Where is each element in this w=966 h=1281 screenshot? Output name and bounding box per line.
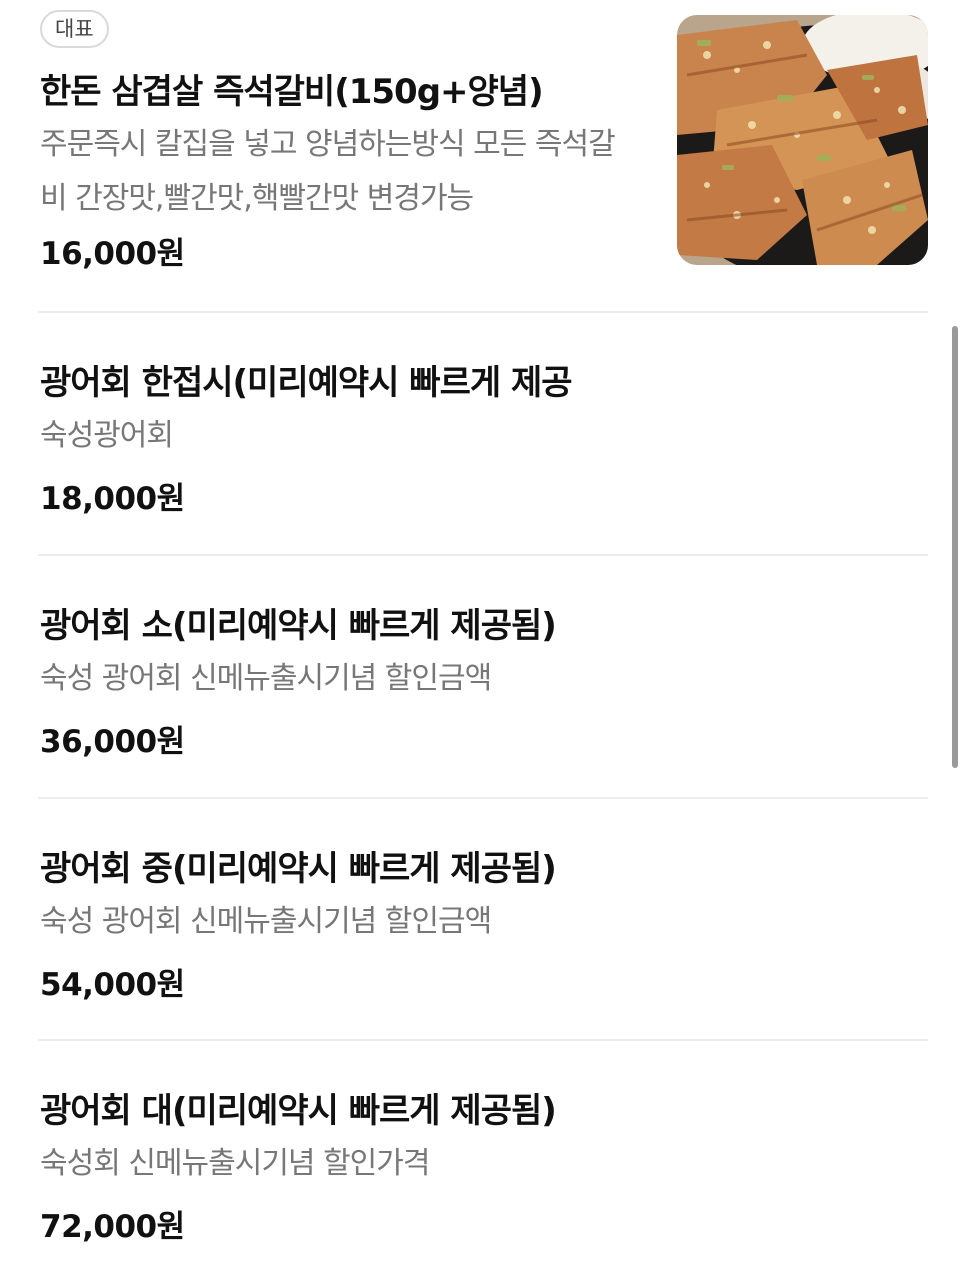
menu-item-price: 36,000원 — [40, 724, 185, 760]
menu-item-price: 54,000원 — [40, 967, 185, 1003]
menu-item-name: 광어회 한접시(미리예약시 빠르게 제공 — [40, 363, 573, 403]
menu-item-name: 한돈 삼겹살 즉석갈비(150g+양념) — [40, 72, 544, 112]
menu-item-description: 숙성회 신메뉴출시기념 할인가격 — [40, 1146, 430, 1181]
menu-item[interactable]: 광어회 중(미리예약시 빠르게 제공됨) 숙성 광어회 신메뉴출시기념 할인금액… — [40, 799, 928, 1040]
menu-item-price: 18,000원 — [40, 481, 185, 517]
menu-item-description: 숙성 광어회 신메뉴출시기념 할인금액 — [40, 661, 492, 696]
menu-item-description: 숙성 광어회 신메뉴출시기념 할인금액 — [40, 904, 492, 939]
menu-item-thumbnail[interactable] — [677, 15, 928, 265]
menu-item-name: 광어회 중(미리예약시 빠르게 제공됨) — [40, 849, 557, 889]
menu-item[interactable]: 광어회 대(미리예약시 빠르게 제공됨) 숙성회 신메뉴출시기념 할인가격 72… — [40, 1041, 928, 1281]
signature-badge: 대표 — [40, 10, 109, 48]
menu-item-price: 16,000원 — [40, 236, 185, 272]
menu-item-name: 광어회 소(미리예약시 빠르게 제공됨) — [40, 606, 557, 646]
menu-item[interactable]: 광어회 한접시(미리예약시 빠르게 제공 숙성광어회 18,000원 — [40, 313, 928, 554]
menu-item-price: 72,000원 — [40, 1209, 185, 1245]
grilled-pork-image — [677, 15, 928, 265]
menu-item-name: 광어회 대(미리예약시 빠르게 제공됨) — [40, 1091, 557, 1131]
menu-item-description: 숙성광어회 — [40, 418, 174, 453]
menu-item[interactable]: 광어회 소(미리예약시 빠르게 제공됨) 숙성 광어회 신메뉴출시기념 할인금액… — [40, 556, 928, 797]
menu-item-description: 주문즉시 칼집을 넣고 양념하는방식 모든 즉석갈비 간장맛,빨간맛,핵빨간맛 … — [40, 127, 616, 216]
scrollbar-thumb[interactable] — [952, 326, 958, 768]
